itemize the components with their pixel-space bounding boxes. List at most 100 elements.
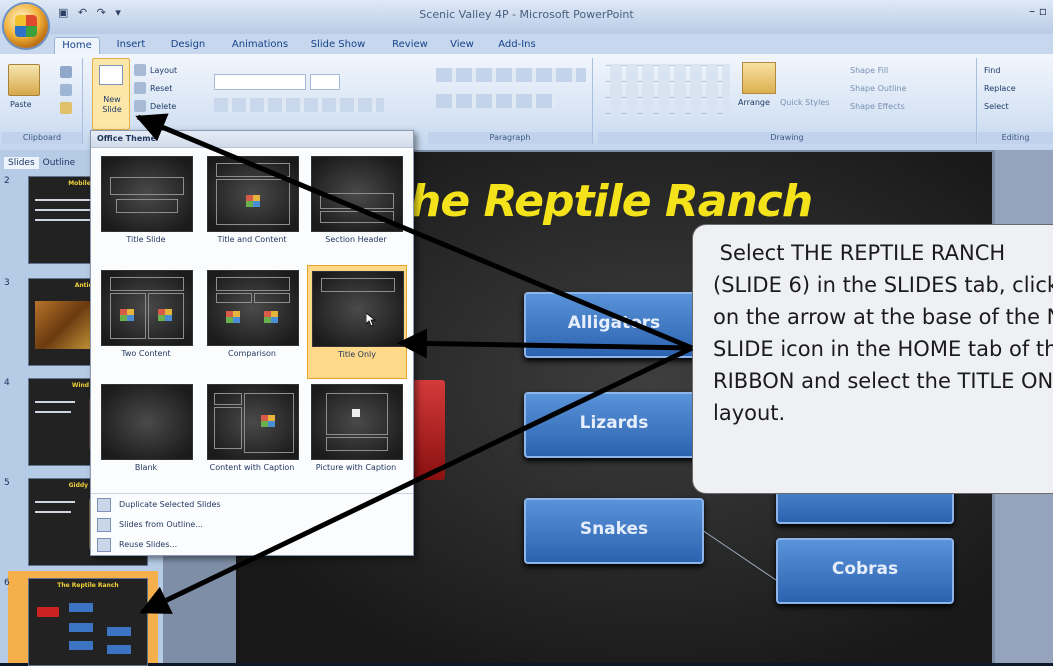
layout-blank[interactable]: Blank <box>97 379 195 491</box>
tab-outline[interactable]: Outline <box>39 157 80 169</box>
command-label: Reuse Slides... <box>119 540 178 549</box>
instruction-text: Select THE REPTILE RANCH (SLIDE 6) in th… <box>713 241 1053 425</box>
picture-icon <box>352 409 360 417</box>
group-label: Editing <box>978 132 1053 144</box>
layout-preview <box>101 384 193 460</box>
paragraph-buttons-top[interactable] <box>436 68 586 82</box>
paragraph-buttons-bottom[interactable] <box>436 94 556 108</box>
tab-slides[interactable]: Slides <box>4 157 39 169</box>
thumb-shape <box>69 641 93 650</box>
content-icon <box>158 309 172 321</box>
layout-label: Section Header <box>325 235 387 244</box>
paste-button[interactable]: Paste <box>10 100 32 109</box>
thumb-line <box>35 209 95 211</box>
slide-title[interactable]: he Reptile Ranch <box>410 176 930 227</box>
thumb-shape <box>107 645 131 654</box>
layout-picture-with-caption[interactable]: Picture with Caption <box>307 379 405 491</box>
new-slide-layout-menu: Office Theme Title Slide Title and Conte… <box>90 130 414 556</box>
slide-box-snakes[interactable]: Snakes <box>524 498 704 564</box>
cut-icon[interactable] <box>60 66 72 78</box>
slide-number: 5 <box>4 478 10 488</box>
tab-review[interactable]: Review <box>388 37 432 53</box>
layout-preview <box>101 270 193 346</box>
reset-icon[interactable] <box>134 82 146 94</box>
shape-effects-button[interactable]: Shape Effects <box>850 102 905 111</box>
placeholder <box>320 193 394 209</box>
thumb-line <box>35 411 71 413</box>
content-icon <box>264 311 278 323</box>
slide-box-lizards[interactable]: Lizards <box>524 392 704 458</box>
new-slide-icon <box>99 65 123 85</box>
slide-number: 6 <box>4 578 10 588</box>
tab-insert[interactable]: Insert <box>110 37 152 53</box>
layout-preview <box>207 270 299 346</box>
tab-home[interactable]: Home <box>54 37 100 54</box>
paste-icon[interactable] <box>8 64 40 96</box>
thumb-picture <box>35 301 95 349</box>
content-icon <box>261 415 275 427</box>
duplicate-slides-command[interactable]: Duplicate Selected Slides <box>97 495 397 515</box>
tab-animations[interactable]: Animations <box>228 37 292 53</box>
layout-section-header[interactable]: Section Header <box>307 151 405 263</box>
delete-button[interactable]: Delete <box>150 102 176 111</box>
delete-icon[interactable] <box>134 100 146 112</box>
outline-icon <box>97 517 111 532</box>
layout-content-with-caption[interactable]: Content with Caption <box>203 379 301 491</box>
mouse-cursor-icon <box>366 313 376 327</box>
shape-outline-button[interactable]: Shape Outline <box>850 84 907 93</box>
tab-add-ins[interactable]: Add-Ins <box>494 37 540 53</box>
placeholder <box>216 293 252 303</box>
layout-icon[interactable] <box>134 64 146 76</box>
select-button[interactable]: Select <box>984 102 1009 111</box>
reuse-slides-command[interactable]: Reuse Slides... <box>97 535 397 555</box>
layout-two-content[interactable]: Two Content <box>97 265 195 377</box>
layout-comparison[interactable]: Comparison <box>203 265 301 377</box>
reuse-icon <box>97 537 111 552</box>
tab-design[interactable]: Design <box>166 37 210 53</box>
slide-number: 3 <box>4 278 10 288</box>
slide-thumbnail-selected[interactable]: The Reptile Ranch <box>28 578 148 666</box>
arrange-icon[interactable] <box>742 62 776 94</box>
placeholder <box>214 407 242 449</box>
slides-from-outline-command[interactable]: Slides from Outline... <box>97 515 397 535</box>
placeholder <box>116 199 178 213</box>
font-size-field[interactable] <box>310 74 340 90</box>
reset-button[interactable]: Reset <box>150 84 172 93</box>
group-label: Clipboard <box>2 132 82 144</box>
office-logo-icon <box>15 15 37 37</box>
font-format-buttons[interactable] <box>214 98 384 112</box>
layout-button[interactable]: Layout <box>150 66 177 75</box>
tab-slide-show[interactable]: Slide Show <box>308 37 368 53</box>
font-name-field[interactable] <box>214 74 306 90</box>
layout-title-and-content[interactable]: Title and Content <box>203 151 301 263</box>
new-slide-button[interactable]: New Slide <box>92 58 130 130</box>
slide-number: 4 <box>4 378 10 388</box>
quick-styles-button[interactable]: Quick Styles <box>780 98 829 107</box>
content-icon <box>226 311 240 323</box>
format-painter-icon[interactable] <box>60 102 72 114</box>
slide-box-alligators[interactable]: Alligators <box>524 292 704 358</box>
slide-box-cobras[interactable]: Cobras <box>776 538 954 604</box>
new-slide-label: New Slide <box>102 95 122 114</box>
shapes-gallery[interactable] <box>606 64 730 114</box>
layout-title-only[interactable]: Title Only <box>307 265 407 379</box>
window-controls[interactable]: – ▫ <box>1029 4 1047 18</box>
layout-label: Two Content <box>121 349 171 358</box>
layout-title-slide[interactable]: Title Slide <box>97 151 195 263</box>
layout-label: Blank <box>134 463 158 472</box>
group-label: Drawing <box>598 132 976 144</box>
pane-tabs: Slides Outline <box>4 150 84 169</box>
layout-preview <box>311 156 403 232</box>
layout-label: Picture with Caption <box>315 463 397 472</box>
menu-divider <box>91 493 413 494</box>
find-button[interactable]: Find <box>984 66 1000 75</box>
thumb-line <box>35 401 75 403</box>
shape-fill-button[interactable]: Shape Fill <box>850 66 888 75</box>
office-button[interactable] <box>4 4 48 48</box>
copy-icon[interactable] <box>60 84 72 96</box>
placeholder <box>216 277 290 291</box>
layout-preview <box>207 384 299 460</box>
replace-button[interactable]: Replace <box>984 84 1016 93</box>
arrange-button[interactable]: Arrange <box>738 98 770 107</box>
tab-view[interactable]: View <box>444 37 480 53</box>
